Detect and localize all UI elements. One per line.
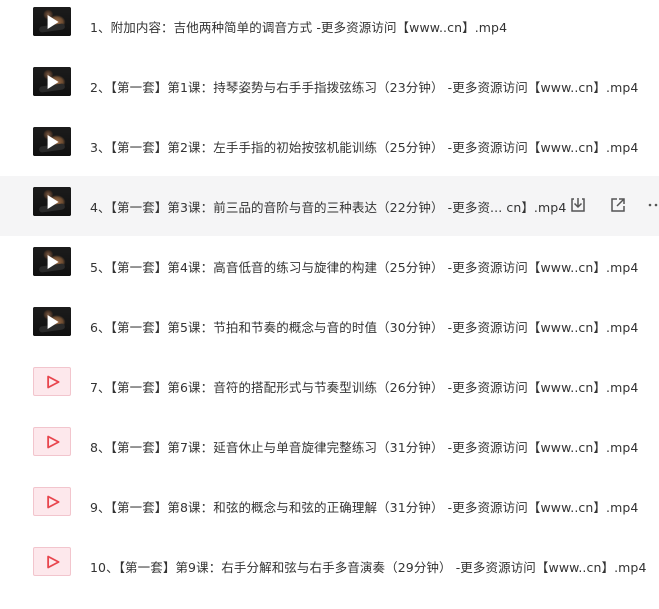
share-icon[interactable]	[607, 194, 629, 216]
file-row[interactable]: 2、【第一套】第1课：持琴姿势与右手手指拨弦练习（23分钟） -更多资源访问【w…	[0, 56, 659, 116]
file-name[interactable]: 1、附加内容：吉他两种简单的调音方式 -更多资源访问【www..cn】.mp4	[90, 17, 507, 36]
play-outline-icon	[47, 375, 60, 388]
video-file-icon[interactable]	[33, 367, 71, 396]
video-thumbnail[interactable]	[33, 67, 71, 96]
video-file-icon[interactable]	[33, 487, 71, 516]
play-icon	[47, 314, 59, 329]
file-row[interactable]: 8、【第一套】第7课：延音休止与单音旋律完整练习（31分钟） -更多资源访问【w…	[0, 416, 659, 476]
file-name[interactable]: 2、【第一套】第1课：持琴姿势与右手手指拨弦练习（23分钟） -更多资源访问【w…	[90, 77, 638, 96]
video-file-icon[interactable]	[33, 547, 71, 576]
file-row-hovered[interactable]: 4、【第一套】第3课：前三品的音阶与音的三种表达（22分钟） -更多资... c…	[0, 176, 659, 236]
video-thumbnail[interactable]	[33, 127, 71, 156]
play-outline-icon	[47, 555, 60, 568]
download-icon[interactable]	[567, 194, 589, 216]
file-row[interactable]: 3、【第一套】第2课：左手手指的初始按弦机能训练（25分钟） -更多资源访问【w…	[0, 116, 659, 176]
play-icon	[47, 254, 59, 269]
play-outline-icon	[47, 435, 60, 448]
video-thumbnail[interactable]	[33, 247, 71, 276]
file-name[interactable]: 5、【第一套】第4课：高音低音的练习与旋律的构建（25分钟） -更多资源访问【w…	[90, 257, 638, 276]
video-thumbnail[interactable]	[33, 7, 71, 36]
file-row[interactable]: 6、【第一套】第5课：节拍和节奏的概念与音的时值（30分钟） -更多资源访问【w…	[0, 296, 659, 356]
file-row[interactable]: 7、【第一套】第6课：音符的搭配形式与节奏型训练（26分钟） -更多资源访问【w…	[0, 356, 659, 416]
file-list: 1、附加内容：吉他两种简单的调音方式 -更多资源访问【www..cn】.mp4 …	[0, 0, 659, 609]
file-row[interactable]: 5、【第一套】第4课：高音低音的练习与旋律的构建（25分钟） -更多资源访问【w…	[0, 236, 659, 296]
file-name[interactable]: 4、【第一套】第3课：前三品的音阶与音的三种表达（22分钟） -更多资... c…	[90, 197, 566, 216]
video-thumbnail[interactable]	[33, 187, 71, 216]
file-name[interactable]: 3、【第一套】第2课：左手手指的初始按弦机能训练（25分钟） -更多资源访问【w…	[90, 137, 638, 156]
video-file-icon[interactable]	[33, 427, 71, 456]
video-thumbnail[interactable]	[33, 307, 71, 336]
file-name[interactable]: 6、【第一套】第5课：节拍和节奏的概念与音的时值（30分钟） -更多资源访问【w…	[90, 317, 638, 336]
file-name[interactable]: 9、【第一套】第8课：和弦的概念与和弦的正确理解（31分钟） -更多资源访问【w…	[90, 497, 638, 516]
play-outline-icon	[47, 495, 60, 508]
more-icon[interactable]	[645, 194, 659, 216]
file-name[interactable]: 8、【第一套】第7课：延音休止与单音旋律完整练习（31分钟） -更多资源访问【w…	[90, 437, 638, 456]
play-icon	[47, 14, 59, 29]
play-icon	[47, 134, 59, 149]
file-row[interactable]: 10、【第一套】第9课：右手分解和弦与右手多音演奏（29分钟） -更多资源访问【…	[0, 536, 659, 596]
file-row[interactable]: 1、附加内容：吉他两种简单的调音方式 -更多资源访问【www..cn】.mp4	[0, 0, 659, 56]
play-icon	[47, 74, 59, 89]
file-name[interactable]: 7、【第一套】第6课：音符的搭配形式与节奏型训练（26分钟） -更多资源访问【w…	[90, 377, 638, 396]
play-icon	[47, 194, 59, 209]
file-name[interactable]: 10、【第一套】第9课：右手分解和弦与右手多音演奏（29分钟） -更多资源访问【…	[90, 557, 647, 576]
file-row[interactable]: 9、【第一套】第8课：和弦的概念与和弦的正确理解（31分钟） -更多资源访问【w…	[0, 476, 659, 536]
